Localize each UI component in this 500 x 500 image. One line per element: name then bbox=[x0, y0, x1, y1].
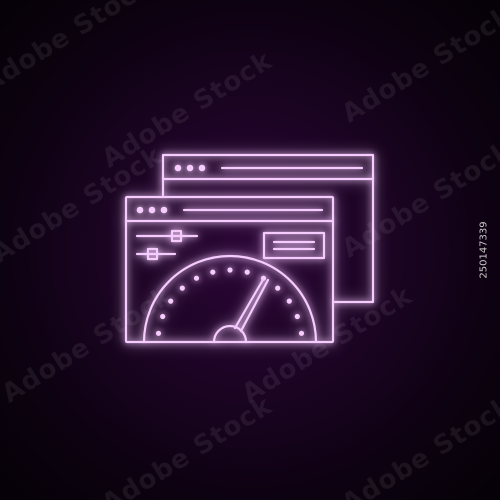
gauge-needle bbox=[233, 276, 270, 333]
gauge-tick-dot bbox=[155, 330, 162, 336]
neon-icon-canvas: Adobe Stock Adobe Stock Adobe Stock Adob… bbox=[0, 0, 500, 500]
gauge-tick-dot bbox=[160, 313, 166, 320]
gauge-tick-dot bbox=[210, 269, 216, 275]
gauge-tick-dot bbox=[260, 275, 267, 281]
gauge-tick-dot bbox=[298, 330, 305, 336]
gauge-tick-dot bbox=[193, 275, 200, 281]
gauge-tick-dot bbox=[286, 298, 292, 304]
gauge-tick-dot bbox=[168, 298, 174, 304]
stock-image-id: 250147339 bbox=[478, 221, 490, 279]
slider-controls bbox=[135, 229, 199, 261]
gauge-tick-dot bbox=[244, 269, 250, 275]
text-box bbox=[262, 231, 326, 260]
gauge-tick-dot bbox=[294, 313, 300, 320]
browser-speedometer-icon bbox=[124, 153, 375, 344]
gauge-tick-dot bbox=[227, 267, 233, 273]
gauge-tick-dot bbox=[179, 285, 185, 291]
gauge-tick-dot bbox=[275, 285, 281, 291]
